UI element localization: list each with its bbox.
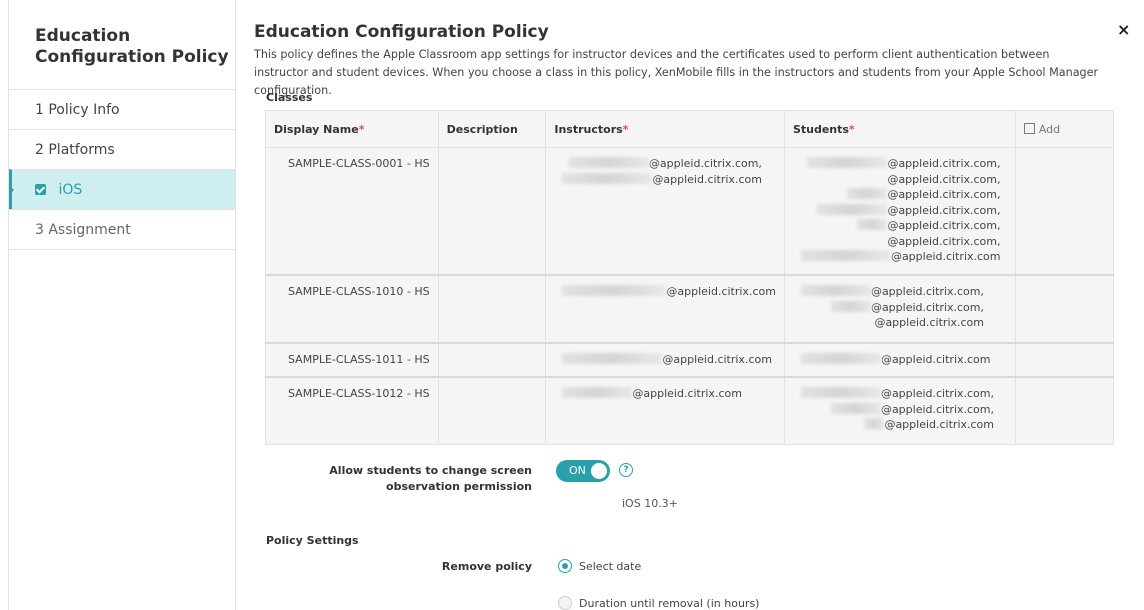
email-address: @appleid.citrix.com <box>562 172 762 188</box>
class-description <box>437 376 547 445</box>
email-address: @appleid.citrix.com, <box>887 172 1001 186</box>
class-students: @appleid.citrix.com, @appleid.citrix.com,… <box>783 274 1016 344</box>
toggle-knob <box>591 463 607 479</box>
table-row: SAMPLE-CLASS-1010 - HS @appleid.citrix.co… <box>265 274 1115 344</box>
redacted-username <box>864 418 885 429</box>
email-address: @appleid.citrix.com <box>562 352 772 368</box>
email-address: @appleid.citrix.com, <box>800 284 984 300</box>
table-row: SAMPLE-CLASS-0001 - HS @appleid.citrix.co… <box>265 147 1115 276</box>
column-header-instructors: Instructors* <box>545 110 785 148</box>
table-row: SAMPLE-CLASS-1011 - HS @appleid.citrix.co… <box>265 342 1115 378</box>
table-row: SAMPLE-CLASS-1012 - HS @appleid.citrix.co… <box>265 376 1115 445</box>
class-students: @appleid.citrix.com, @appleid.citrix.com,… <box>783 376 1016 445</box>
sidebar-item-policy-info[interactable]: 1 Policy Info <box>9 89 235 129</box>
redacted-username <box>562 353 663 364</box>
class-description <box>437 342 547 378</box>
redacted-username <box>562 285 667 296</box>
sidebar-item-label: 2 Platforms <box>35 142 115 158</box>
class-display-name: SAMPLE-CLASS-1012 - HS <box>265 376 439 445</box>
email-address: @appleid.citrix.com, <box>801 203 1001 219</box>
class-description <box>437 274 547 344</box>
class-students: @appleid.citrix.com <box>783 342 1016 378</box>
email-address: @appleid.citrix.com, <box>801 187 1001 203</box>
email-address: @appleid.citrix.com, <box>801 300 984 316</box>
row-actions <box>1014 376 1115 445</box>
email-address: @appleid.citrix.com <box>562 386 742 402</box>
redacted-username <box>800 353 881 364</box>
class-display-name: SAMPLE-CLASS-1011 - HS <box>265 342 439 378</box>
column-header-display-name: Display Name* <box>265 110 439 148</box>
class-display-name: SAMPLE-CLASS-0001 - HS <box>265 147 439 276</box>
email-address: @appleid.citrix.com <box>874 316 984 329</box>
email-address: @appleid.citrix.com, <box>562 156 762 172</box>
email-address: @appleid.citrix.com <box>801 417 994 433</box>
sidebar-item-ios[interactable]: iOS <box>9 169 235 209</box>
ios-version-note: iOS 10.3+ <box>622 497 678 510</box>
sidebar-divider <box>9 249 235 250</box>
add-button[interactable]: Add <box>1014 110 1115 148</box>
row-actions <box>1014 147 1115 276</box>
class-instructors: @appleid.citrix.com <box>545 342 785 378</box>
class-display-name: SAMPLE-CLASS-1010 - HS <box>265 274 439 344</box>
redacted-username <box>807 157 888 168</box>
email-address: @appleid.citrix.com, <box>887 234 1001 248</box>
policy-description: This policy defines the Apple Classroom … <box>254 48 1099 97</box>
row-actions <box>1014 274 1115 344</box>
email-address: @appleid.citrix.com, <box>801 218 1001 234</box>
class-instructors: @appleid.citrix.com <box>545 274 785 344</box>
sidebar-item-label: 3 Assignment <box>35 222 131 238</box>
redacted-username <box>562 387 633 398</box>
selected-arrow-icon <box>9 185 14 195</box>
email-address: @appleid.citrix.com <box>562 284 776 300</box>
row-actions <box>1014 342 1115 378</box>
checkbox-checked-icon[interactable] <box>35 184 46 195</box>
email-address: @appleid.citrix.com, <box>800 386 994 402</box>
class-description <box>437 147 547 276</box>
table-header-row: Display Name* Description Instructors* S… <box>265 110 1115 148</box>
sidebar-item-platforms[interactable]: 2 Platforms <box>9 129 235 169</box>
redacted-username <box>830 402 881 414</box>
radio-select-date[interactable] <box>558 559 572 573</box>
radio-duration[interactable] <box>558 596 572 610</box>
redacted-username <box>568 157 649 168</box>
sidebar-item-label: 1 Policy Info <box>35 102 120 118</box>
redacted-username <box>800 387 881 398</box>
remove-policy-label: Remove policy <box>441 560 532 573</box>
class-instructors: @appleid.citrix.com <box>545 376 785 445</box>
observation-toggle[interactable]: ON <box>556 460 610 482</box>
redacted-username <box>817 203 888 215</box>
email-address: @appleid.citrix.com <box>800 352 991 368</box>
redacted-username <box>800 285 871 296</box>
classes-label: Classes <box>266 91 313 104</box>
email-address: @appleid.citrix.com, <box>801 156 1001 172</box>
redacted-username <box>800 250 891 261</box>
sidebar-item-label: iOS <box>58 182 83 198</box>
redacted-username <box>847 188 888 199</box>
policy-settings-heading: Policy Settings <box>266 534 359 547</box>
email-address: @appleid.citrix.com <box>800 249 1001 265</box>
page-title: Education Configuration Policy <box>254 22 549 42</box>
observation-permission-label: Allow students to change screen observat… <box>329 464 532 493</box>
sidebar-title: Education Configuration Policy <box>35 26 229 67</box>
help-icon[interactable]: ? <box>619 463 633 477</box>
redacted-username <box>562 172 653 184</box>
radio-select-date-label[interactable]: Select date <box>579 560 641 573</box>
policy-editor: Education Configuration Policy 1 Policy … <box>0 0 1144 610</box>
add-icon <box>1023 122 1035 134</box>
redacted-username <box>830 300 871 312</box>
radio-duration-label[interactable]: Duration until removal (in hours) <box>579 597 759 610</box>
close-icon[interactable]: × <box>1117 20 1130 39</box>
sidebar-item-assignment[interactable]: 3 Assignment <box>9 209 235 249</box>
column-header-students: Students* <box>783 110 1016 148</box>
class-students: @appleid.citrix.com, @appleid.citrix.com,… <box>783 147 1016 276</box>
classes-table: Display Name* Description Instructors* S… <box>265 110 1115 445</box>
class-instructors: @appleid.citrix.com, @appleid.citrix.com <box>545 147 785 276</box>
redacted-username <box>857 219 888 230</box>
email-address: @appleid.citrix.com, <box>801 402 994 418</box>
column-header-description: Description <box>437 110 547 148</box>
sidebar: Education Configuration Policy 1 Policy … <box>8 0 236 610</box>
